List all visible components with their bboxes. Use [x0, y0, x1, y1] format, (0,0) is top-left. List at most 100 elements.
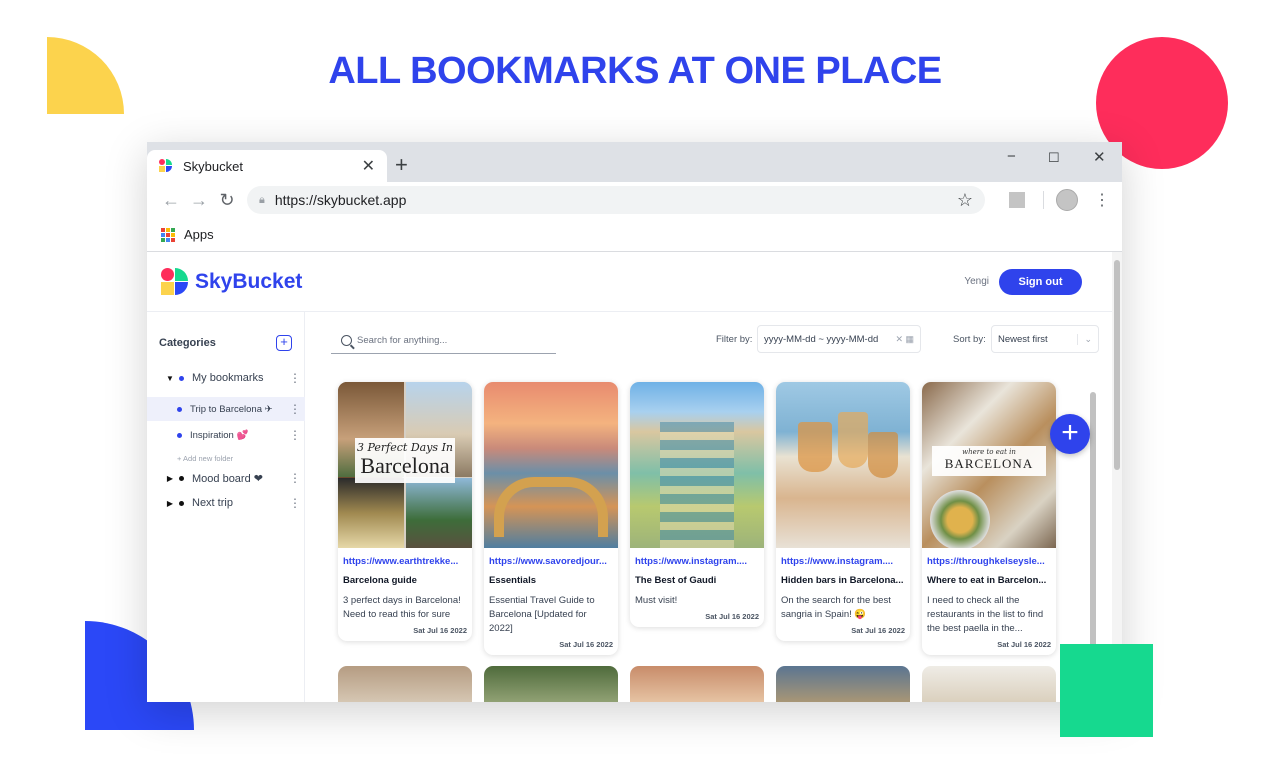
card-thumbnail: where to eat in BARCELONA [922, 382, 1056, 548]
new-tab-icon[interactable]: + [395, 154, 408, 176]
card-title: The Best of Gaudi [635, 575, 717, 586]
caret-right-icon[interactable]: ▶ [165, 499, 175, 508]
back-arrow-icon[interactable]: ← [157, 190, 185, 211]
card-date: Sat Jul 16 2022 [997, 640, 1051, 649]
close-tab-icon[interactable]: ✕ [362, 156, 375, 176]
browser-toolbar: ← → ↻ 🔒︎ https://skybucket.app ☆ ⋮ [147, 182, 1122, 218]
card-title: Barcelona guide [343, 575, 417, 586]
tab-title: Skybucket [183, 158, 243, 174]
bookmark-star-icon[interactable]: ☆ [957, 190, 973, 211]
chevron-down-icon: ⌄ [1077, 333, 1092, 345]
profile-avatar[interactable] [1056, 189, 1078, 211]
bookmark-card[interactable] [484, 666, 618, 702]
sort-label: Sort by: [953, 334, 986, 345]
more-options-icon[interactable]: ⋮ [285, 402, 305, 416]
folder-dot-icon [177, 406, 182, 412]
bookmark-card[interactable] [630, 666, 764, 702]
sort-value: Newest first [998, 333, 1048, 345]
card-description: I need to check all the restaurants in t… [927, 595, 1044, 634]
apps-link[interactable]: Apps [184, 227, 214, 242]
add-bookmark-button[interactable]: + [1050, 414, 1090, 454]
more-options-icon[interactable]: ⋮ [285, 496, 305, 510]
sidebar-item-trip-to-barcelona[interactable]: Trip to Barcelona ✈ ⋮ [147, 397, 305, 421]
browser-window: Skybucket ✕ + − ☐ ✕ ← → ↻ 🔒︎ https://sky… [147, 142, 1122, 702]
search-placeholder: Search for anything... [357, 335, 448, 346]
categories-title: Categories [159, 337, 216, 349]
browser-tab[interactable]: Skybucket ✕ [147, 150, 387, 182]
bookmark-card[interactable]: where to eat in BARCELONA https://throug… [922, 382, 1056, 655]
card-url[interactable]: https://www.instagram.... [781, 556, 905, 567]
sidebar-item-label: My bookmarks [192, 372, 264, 384]
calendar-icon: ✕ ▦ [895, 333, 914, 344]
card-thumbnail [630, 382, 764, 548]
sidebar-item-next-trip[interactable]: ▶ Next trip ⋮ [147, 491, 305, 515]
reload-icon[interactable]: ↻ [213, 190, 241, 211]
folder-dot-icon [179, 475, 184, 481]
toolbar-divider [1043, 191, 1044, 209]
promo-stage: ALL BOOKMARKS AT ONE PLACE Skybucket ✕ +… [0, 0, 1270, 760]
sort-select[interactable]: Newest first ⌄ [991, 325, 1099, 353]
card-thumbnail [484, 382, 618, 548]
categories-header: Categories + [147, 312, 304, 352]
card-url[interactable]: https://throughkelseysle... [927, 556, 1051, 567]
bookmark-card[interactable] [338, 666, 472, 702]
search-input[interactable]: Search for anything... [331, 328, 556, 354]
app-header: SkyBucket Yengi Sign out [147, 252, 1122, 312]
sidebar-item-my-bookmarks[interactable]: ▼ My bookmarks ⋮ [147, 366, 305, 390]
card-url[interactable]: https://www.earthtrekke... [343, 556, 467, 567]
card-description: 3 perfect days in Barcelona! Need to rea… [343, 595, 461, 620]
page-scrollbar[interactable] [1112, 252, 1122, 702]
extension-icon[interactable] [1009, 192, 1025, 208]
more-options-icon[interactable]: ⋮ [285, 471, 305, 485]
sign-out-button[interactable]: Sign out [999, 268, 1082, 295]
sidebar-item-label: Trip to Barcelona ✈ [190, 403, 273, 415]
card-url[interactable]: https://www.savoredjour... [489, 556, 613, 567]
add-new-folder-link[interactable]: + Add new folder [177, 454, 233, 463]
tab-strip: Skybucket ✕ + − ☐ ✕ [147, 142, 1122, 182]
card-body: https://throughkelseysle... Where to eat… [922, 548, 1056, 655]
categories-sidebar: Categories + ▼ My bookmarks ⋮ Trip to Ba… [147, 312, 305, 702]
card-date: Sat Jul 16 2022 [559, 640, 613, 649]
bookmarks-bar: Apps [147, 218, 1122, 252]
more-options-icon[interactable]: ⋮ [285, 428, 305, 442]
bookmarks-main: Search for anything... Filter by: yyyy-M… [306, 312, 1122, 702]
window-close-icon[interactable]: ✕ [1093, 148, 1106, 166]
skybucket-favicon-icon [159, 159, 173, 173]
add-category-icon[interactable]: + [276, 335, 292, 351]
url-text: https://skybucket.app [274, 192, 407, 208]
card-url[interactable]: https://www.instagram.... [635, 556, 759, 567]
card-date: Sat Jul 16 2022 [851, 626, 905, 635]
more-options-icon[interactable]: ⋮ [285, 371, 305, 385]
bookmark-card[interactable]: https://www.instagram.... The Best of Ga… [630, 382, 764, 627]
card-title: Where to eat in Barcelon... [927, 575, 1047, 586]
card-description: On the search for the best sangria in Sp… [781, 595, 891, 620]
card-image-caption: 3 Perfect Days In Barcelona [355, 438, 455, 483]
green-square [1060, 644, 1153, 737]
forward-arrow-icon[interactable]: → [185, 190, 213, 211]
apps-grid-icon [161, 227, 175, 242]
sidebar-item-mood-board[interactable]: ▶ Mood board ❤ ⋮ [147, 466, 305, 490]
page-scrollbar-thumb[interactable] [1114, 260, 1120, 470]
bookmark-card[interactable] [922, 666, 1056, 702]
maximize-icon[interactable]: ☐ [1048, 150, 1060, 166]
headline: ALL BOOKMARKS AT ONE PLACE [328, 50, 942, 92]
bookmark-card[interactable]: 3 Perfect Days In Barcelona https://www.… [338, 382, 472, 641]
user-name: Yengi [964, 276, 989, 287]
card-date: Sat Jul 16 2022 [705, 612, 759, 621]
bookmark-card[interactable]: https://www.savoredjour... Essentials Es… [484, 382, 618, 655]
caret-down-icon[interactable]: ▼ [165, 374, 175, 383]
address-bar[interactable]: 🔒︎ https://skybucket.app ☆ [247, 186, 985, 214]
bookmark-card[interactable] [776, 666, 910, 702]
sidebar-item-label: Next trip [192, 497, 233, 509]
date-range-picker[interactable]: yyyy-MM-dd ~ yyyy-MM-dd ✕ ▦ [757, 325, 921, 353]
bookmark-card[interactable]: https://www.instagram.... Hidden bars in… [776, 382, 910, 641]
skybucket-logo-icon [161, 267, 189, 296]
browser-menu-icon[interactable]: ⋮ [1094, 190, 1110, 210]
card-image-caption: where to eat in BARCELONA [932, 446, 1046, 476]
brand-name: SkyBucket [195, 269, 303, 293]
caret-right-icon[interactable]: ▶ [165, 474, 175, 483]
card-body: https://www.instagram.... The Best of Ga… [630, 548, 764, 627]
sidebar-item-inspiration[interactable]: Inspiration 💕 ⋮ [147, 423, 305, 447]
folder-dot-icon [179, 375, 184, 381]
minimize-icon[interactable]: − [1007, 148, 1016, 165]
